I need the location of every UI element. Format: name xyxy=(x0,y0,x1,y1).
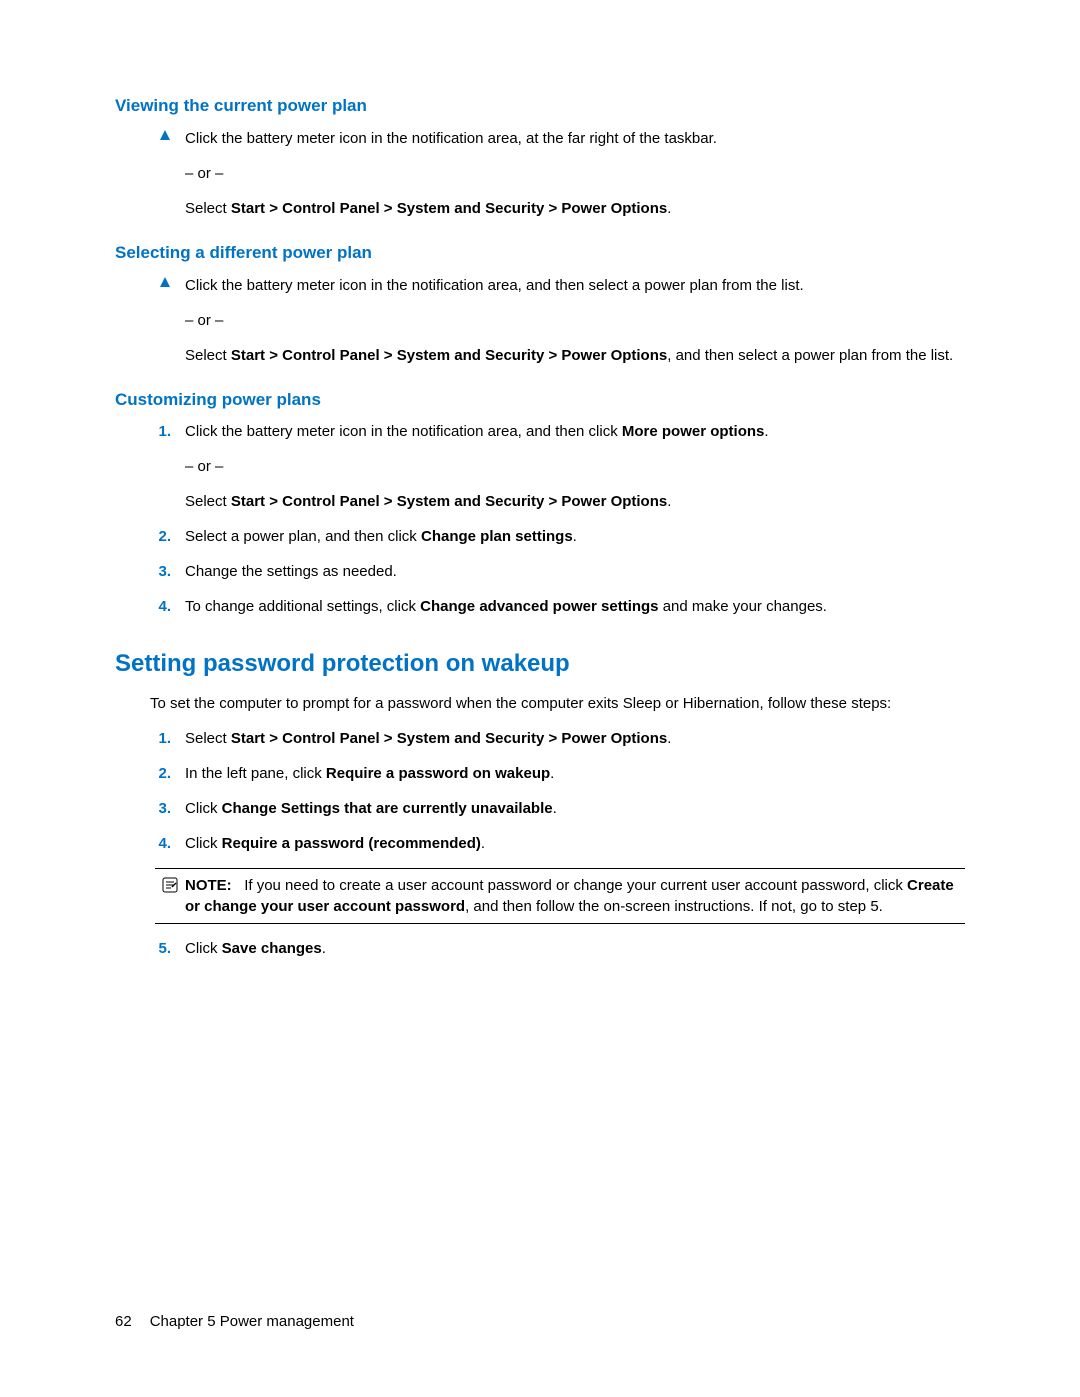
text-bold: Start > Control Panel > System and Secur… xyxy=(231,730,667,747)
or-text: – or – xyxy=(185,163,965,184)
or-text: – or – xyxy=(185,310,965,331)
text-bold: More power options xyxy=(622,423,765,440)
bullet-row: Click the battery meter icon in the noti… xyxy=(115,275,965,296)
bullet-marker xyxy=(115,128,171,141)
list-item: 1. Select Start > Control Panel > System… xyxy=(115,728,965,749)
text-fragment: To change additional settings, click xyxy=(185,598,420,615)
note-text: NOTE: If you need to create a user accou… xyxy=(185,875,965,917)
text-fragment: . xyxy=(481,835,485,852)
list-item: 4. Click Require a password (recommended… xyxy=(115,833,965,854)
list-text: Click Change Settings that are currently… xyxy=(185,798,965,819)
list-number: 5. xyxy=(115,938,171,959)
paragraph-text: Select Start > Control Panel > System an… xyxy=(185,345,965,366)
list-number: 1. xyxy=(115,421,171,442)
heading-viewing: Viewing the current power plan xyxy=(115,94,965,118)
text-bold: Change plan settings xyxy=(421,528,573,545)
list-item: 4. To change additional settings, click … xyxy=(115,596,965,617)
note-label: NOTE: xyxy=(185,877,232,894)
list-item: 2. Select a power plan, and then click C… xyxy=(115,526,965,547)
chapter-label: Chapter 5 Power management xyxy=(150,1313,354,1330)
heading-selecting: Selecting a different power plan xyxy=(115,241,965,265)
text-fragment: Click xyxy=(185,800,222,817)
text-fragment: . xyxy=(667,493,671,510)
list-number: 4. xyxy=(115,596,171,617)
list-text: Change the settings as needed. xyxy=(185,561,965,582)
paragraph-text: Select Start > Control Panel > System an… xyxy=(185,491,965,512)
list-number: 1. xyxy=(115,728,171,749)
note-icon xyxy=(155,875,185,893)
paragraph-text: Click the battery meter icon in the noti… xyxy=(185,128,965,149)
triangle-icon xyxy=(159,129,171,141)
text-bold: Save changes xyxy=(222,940,322,957)
text-fragment: , and then select a power plan from the … xyxy=(667,347,953,364)
or-text: – or – xyxy=(185,456,965,477)
section-password-protection: Setting password protection on wakeup To… xyxy=(115,647,965,959)
list-text: Select Start > Control Panel > System an… xyxy=(185,728,965,749)
text-fragment: . xyxy=(764,423,768,440)
intro-text: To set the computer to prompt for a pass… xyxy=(150,693,965,714)
list-number: 3. xyxy=(115,561,171,582)
text-fragment: . xyxy=(667,200,671,217)
list-text: Click the battery meter icon in the noti… xyxy=(185,421,965,442)
text-fragment: and make your changes. xyxy=(659,598,827,615)
text-fragment: Select xyxy=(185,730,231,747)
text-fragment: . xyxy=(667,730,671,747)
triangle-icon xyxy=(159,276,171,288)
page-number: 62 xyxy=(115,1313,132,1330)
text-fragment: Click the battery meter icon in the noti… xyxy=(185,423,622,440)
text-fragment: Click xyxy=(185,940,222,957)
list-number: 2. xyxy=(115,526,171,547)
list-item: 3. Change the settings as needed. xyxy=(115,561,965,582)
list-text: Click Save changes. xyxy=(185,938,965,959)
text-fragment: . xyxy=(322,940,326,957)
list-number: 3. xyxy=(115,798,171,819)
text-bold: Start > Control Panel > System and Secur… xyxy=(231,493,667,510)
text-fragment: . xyxy=(573,528,577,545)
text-fragment: . xyxy=(553,800,557,817)
text-fragment: Select xyxy=(185,493,231,510)
text-bold: Change Settings that are currently unava… xyxy=(222,800,553,817)
text-fragment: Select xyxy=(185,347,231,364)
heading-customizing: Customizing power plans xyxy=(115,388,965,412)
note-box: NOTE: If you need to create a user accou… xyxy=(155,868,965,924)
list-item: 1. Click the battery meter icon in the n… xyxy=(115,421,965,442)
list-item: 3. Click Change Settings that are curren… xyxy=(115,798,965,819)
text-bold: Start > Control Panel > System and Secur… xyxy=(231,347,667,364)
text-fragment: Select xyxy=(185,200,231,217)
text-bold: Require a password (recommended) xyxy=(222,835,481,852)
list-item: 2. In the left pane, click Require a pas… xyxy=(115,763,965,784)
section-selecting-different-plan: Selecting a different power plan Click t… xyxy=(115,241,965,366)
document-page: Viewing the current power plan Click the… xyxy=(0,0,1080,1397)
page-footer: 62 Chapter 5 Power management xyxy=(115,1311,354,1332)
list-text: Select a power plan, and then click Chan… xyxy=(185,526,965,547)
text-fragment: Select a power plan, and then click xyxy=(185,528,421,545)
bullet-row: Click the battery meter icon in the noti… xyxy=(115,128,965,149)
paragraph-text: Select Start > Control Panel > System an… xyxy=(185,198,965,219)
section-viewing-current-plan: Viewing the current power plan Click the… xyxy=(115,94,965,219)
list-text: To change additional settings, click Cha… xyxy=(185,596,965,617)
list-item: 5. Click Save changes. xyxy=(115,938,965,959)
paragraph-text: Click the battery meter icon in the noti… xyxy=(185,275,965,296)
text-fragment: . xyxy=(550,765,554,782)
text-bold: Require a password on wakeup xyxy=(326,765,550,782)
text-fragment: If you need to create a user account pas… xyxy=(244,877,907,894)
text-fragment: In the left pane, click xyxy=(185,765,326,782)
list-number: 2. xyxy=(115,763,171,784)
text-fragment: , and then follow the on-screen instruct… xyxy=(465,898,883,915)
section-customizing-plans: Customizing power plans 1. Click the bat… xyxy=(115,388,965,618)
list-text: Click Require a password (recommended). xyxy=(185,833,965,854)
list-number: 4. xyxy=(115,833,171,854)
text-fragment: Click xyxy=(185,835,222,852)
list-text: In the left pane, click Require a passwo… xyxy=(185,763,965,784)
heading-password-protection: Setting password protection on wakeup xyxy=(115,647,965,681)
text-bold: Start > Control Panel > System and Secur… xyxy=(231,200,667,217)
bullet-marker xyxy=(115,275,171,288)
text-bold: Change advanced power settings xyxy=(420,598,658,615)
